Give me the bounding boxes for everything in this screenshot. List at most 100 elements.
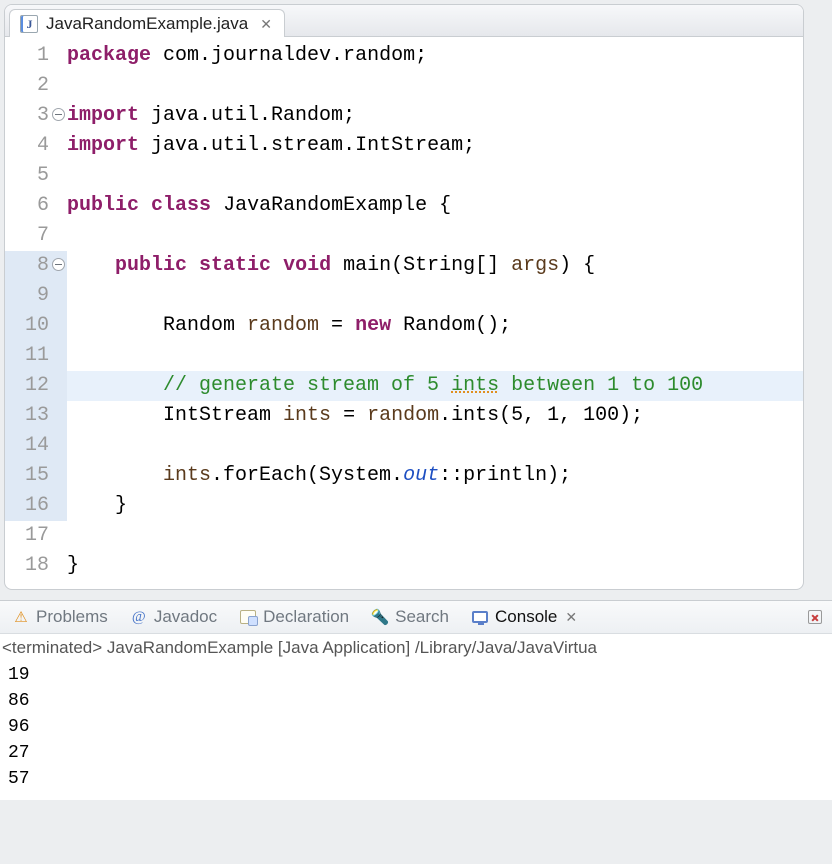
fold-gutter-cell — [49, 491, 67, 521]
gutter-line-number[interactable]: 10 — [5, 311, 49, 341]
console-status: <terminated> JavaRandomExample [Java App… — [0, 634, 832, 660]
at-icon: @ — [130, 608, 148, 626]
console-icon — [471, 608, 489, 626]
code-line[interactable]: 10 Random random = new Random(); — [5, 311, 803, 341]
code-line-source[interactable] — [67, 341, 803, 371]
editor-panel: J JavaRandomExample.java ✕ 1 package com.… — [4, 4, 804, 590]
fold-toggle-icon[interactable] — [52, 108, 65, 121]
code-line[interactable]: 8 public static void main(String[] args)… — [5, 251, 803, 281]
code-line[interactable]: 3 import java.util.Random; — [5, 101, 803, 131]
fold-gutter-cell — [49, 371, 67, 401]
code-line-source[interactable] — [67, 221, 803, 251]
code-line-source[interactable] — [67, 431, 803, 461]
fold-gutter-cell[interactable] — [49, 101, 67, 131]
editor-tab-filename: JavaRandomExample.java — [46, 14, 248, 34]
code-line-source[interactable]: import java.util.Random; — [67, 101, 803, 131]
code-line-source[interactable]: package com.journaldev.random; — [67, 41, 803, 71]
code-line-source[interactable] — [67, 161, 803, 191]
editor-tab-active[interactable]: J JavaRandomExample.java ✕ — [9, 9, 285, 37]
code-line[interactable]: 1 package com.journaldev.random; — [5, 41, 803, 71]
fold-gutter-cell — [49, 551, 67, 581]
code-line-source[interactable]: // generate stream of 5 ints between 1 t… — [67, 371, 803, 401]
tab-javadoc[interactable]: @ Javadoc — [126, 605, 221, 629]
code-line-source[interactable]: ints.forEach(System.out::println); — [67, 461, 803, 491]
fold-gutter-cell — [49, 431, 67, 461]
code-editor[interactable]: 1 package com.journaldev.random; 2 3 import… — [5, 37, 803, 589]
code-line[interactable]: 6 public class JavaRandomExample { — [5, 191, 803, 221]
fold-gutter-cell — [49, 311, 67, 341]
tab-problems[interactable]: ⚠ Problems — [8, 605, 112, 629]
code-line[interactable]: 7 — [5, 221, 803, 251]
code-line[interactable]: 11 — [5, 341, 803, 371]
code-line-source[interactable] — [67, 521, 803, 551]
gutter-line-number[interactable]: 4 — [5, 131, 49, 161]
fold-gutter-cell — [49, 401, 67, 431]
console-line: 27 — [8, 740, 824, 766]
gutter-line-number[interactable]: 2 — [5, 71, 49, 101]
gutter-line-number[interactable]: 11 — [5, 341, 49, 371]
gutter-line-number[interactable]: 16 — [5, 491, 49, 521]
fold-gutter-cell — [49, 161, 67, 191]
code-line[interactable]: 13 IntStream ints = random.ints(5, 1, 10… — [5, 401, 803, 431]
code-line-source[interactable]: } — [67, 491, 803, 521]
close-icon[interactable]: ✕ — [565, 609, 577, 626]
gutter-line-number[interactable]: 12 — [5, 371, 49, 401]
code-line-source[interactable]: public class JavaRandomExample { — [67, 191, 803, 221]
fold-toggle-icon[interactable] — [52, 258, 65, 271]
console-line: 86 — [8, 688, 824, 714]
code-line[interactable]: 17 — [5, 521, 803, 551]
fold-gutter-cell — [49, 341, 67, 371]
code-line[interactable]: 9 — [5, 281, 803, 311]
code-line-source[interactable] — [67, 71, 803, 101]
code-line-source[interactable]: IntStream ints = random.ints(5, 1, 100); — [67, 401, 803, 431]
gutter-line-number[interactable]: 18 — [5, 551, 49, 581]
declaration-icon — [239, 608, 257, 626]
gutter-line-number[interactable]: 6 — [5, 191, 49, 221]
remove-launch-icon[interactable] — [806, 608, 824, 626]
gutter-line-number[interactable]: 8 — [5, 251, 49, 281]
tab-problems-label: Problems — [36, 607, 108, 627]
gutter-line-number[interactable]: 13 — [5, 401, 49, 431]
fold-gutter-cell — [49, 131, 67, 161]
tab-search[interactable]: 🔦 Search — [367, 605, 453, 629]
code-line-source[interactable]: } — [67, 551, 803, 581]
code-line[interactable]: 14 — [5, 431, 803, 461]
gutter-line-number[interactable]: 17 — [5, 521, 49, 551]
fold-gutter-cell — [49, 191, 67, 221]
code-line[interactable]: 12 // generate stream of 5 ints between … — [5, 371, 803, 401]
code-line[interactable]: 15 ints.forEach(System.out::println); — [5, 461, 803, 491]
code-line[interactable]: 2 — [5, 71, 803, 101]
gutter-line-number[interactable]: 5 — [5, 161, 49, 191]
gutter-line-number[interactable]: 3 — [5, 101, 49, 131]
close-icon[interactable]: ✕ — [260, 16, 272, 33]
tab-console-label: Console — [495, 607, 557, 627]
gutter-line-number[interactable]: 9 — [5, 281, 49, 311]
tab-search-label: Search — [395, 607, 449, 627]
fold-gutter-cell — [49, 41, 67, 71]
views-panel: ⚠ Problems @ Javadoc Declaration 🔦 Searc… — [0, 600, 832, 800]
tab-declaration-label: Declaration — [263, 607, 349, 627]
gutter-line-number[interactable]: 7 — [5, 221, 49, 251]
gutter-line-number[interactable]: 1 — [5, 41, 49, 71]
code-line[interactable]: 18} — [5, 551, 803, 581]
console-line: 57 — [8, 766, 824, 792]
tab-console[interactable]: Console ✕ — [467, 605, 581, 629]
tab-javadoc-label: Javadoc — [154, 607, 217, 627]
code-line-source[interactable]: public static void main(String[] args) { — [67, 251, 803, 281]
code-line-source[interactable] — [67, 281, 803, 311]
fold-gutter-cell — [49, 71, 67, 101]
gutter-line-number[interactable]: 14 — [5, 431, 49, 461]
console-output[interactable]: 1986962757 — [0, 660, 832, 800]
code-line[interactable]: 4 import java.util.stream.IntStream; — [5, 131, 803, 161]
code-line-source[interactable]: import java.util.stream.IntStream; — [67, 131, 803, 161]
console-line: 19 — [8, 662, 824, 688]
views-tabbar: ⚠ Problems @ Javadoc Declaration 🔦 Searc… — [0, 601, 832, 634]
gutter-line-number[interactable]: 15 — [5, 461, 49, 491]
fold-gutter-cell — [49, 221, 67, 251]
fold-gutter-cell[interactable] — [49, 251, 67, 281]
code-line-source[interactable]: Random random = new Random(); — [67, 311, 803, 341]
code-line[interactable]: 5 — [5, 161, 803, 191]
tab-declaration[interactable]: Declaration — [235, 605, 353, 629]
code-line[interactable]: 16 } — [5, 491, 803, 521]
flashlight-icon: 🔦 — [371, 608, 389, 626]
